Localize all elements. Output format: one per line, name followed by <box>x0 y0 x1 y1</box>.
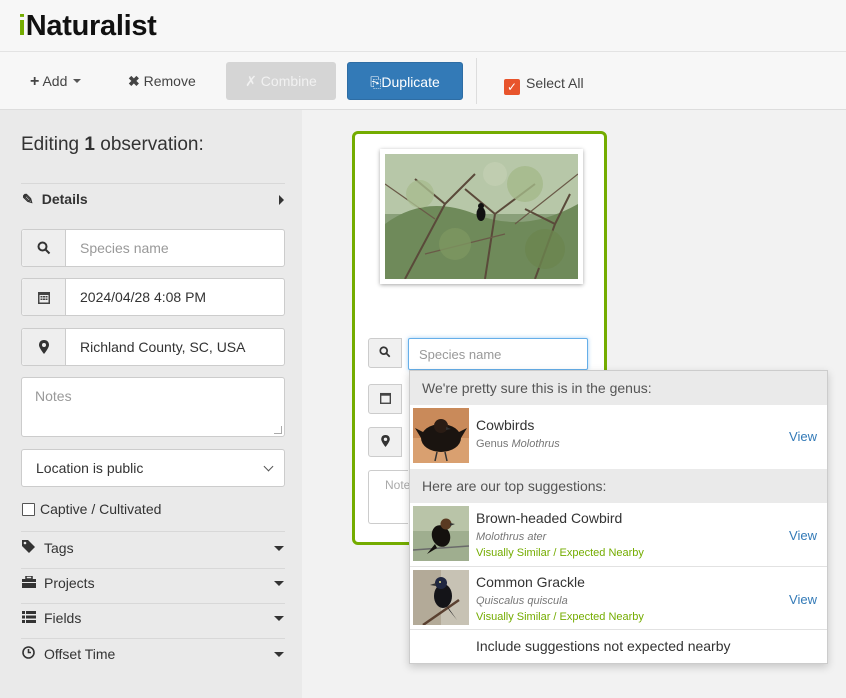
caret-down-icon <box>274 652 284 657</box>
editing-heading: Editing 1 observation: <box>21 134 204 155</box>
inaturalist-logo[interactable]: iNaturalist <box>18 10 157 43</box>
app-header: iNaturalist <box>0 0 846 52</box>
clock-icon <box>22 646 44 662</box>
add-button[interactable]: + Add <box>30 62 82 100</box>
suggestion-scientific-name: Quiscalus quiscula <box>476 595 568 607</box>
plus-icon: + <box>30 73 40 90</box>
details-toggle[interactable]: ✎ Details <box>22 191 284 208</box>
divider <box>21 183 285 184</box>
combine-icon: ✗ <box>245 73 257 89</box>
species-field[interactable]: Species name <box>21 229 285 267</box>
notes-textarea[interactable]: Notes <box>21 377 285 437</box>
suggestion-genus-cowbirds[interactable]: Cowbirds Genus Molothrus View <box>410 405 827 467</box>
combine-button[interactable]: ✗ Combine <box>226 62 336 100</box>
caret-down-icon <box>274 546 284 551</box>
caret-down-icon <box>73 79 82 83</box>
top-suggestions-header: Here are our top suggestions: <box>410 469 827 503</box>
card-species-input[interactable] <box>408 338 588 370</box>
view-link[interactable]: View <box>789 429 817 444</box>
divider <box>21 638 285 639</box>
divider <box>21 568 285 569</box>
divider <box>21 603 285 604</box>
x-icon: ✖ <box>128 73 140 89</box>
captive-checkbox[interactable]: Captive / Cultivated <box>22 501 161 517</box>
include-not-nearby-link[interactable]: Include suggestions not expected nearby <box>410 629 827 663</box>
genus-header: We're pretty sure this is in the genus: <box>410 371 827 405</box>
search-icon <box>368 338 402 368</box>
suggestion-reason: Visually Similar / Expected Nearby <box>476 547 644 559</box>
map-marker-icon <box>22 329 66 365</box>
location-privacy-select[interactable]: Location is public <box>21 449 285 487</box>
bird-in-tree-image <box>385 154 578 279</box>
species-suggestions-dropdown: We're pretty sure this is in the genus: … <box>409 370 828 664</box>
toolbar-divider <box>476 58 477 104</box>
divider <box>21 531 285 532</box>
map-marker-icon <box>368 427 402 457</box>
calendar-icon <box>368 384 402 414</box>
calendar-icon <box>22 279 66 315</box>
duplicate-button[interactable]: ⎘Duplicate <box>347 62 463 100</box>
location-field[interactable]: Richland County, SC, USA <box>21 328 285 366</box>
projects-section-toggle[interactable]: Projects <box>22 575 286 595</box>
tag-icon <box>22 540 44 556</box>
common-grackle-thumbnail <box>413 570 469 625</box>
duplicate-icon: ⎘ <box>370 74 382 90</box>
briefcase-icon <box>22 575 44 591</box>
suggestion-reason: Visually Similar / Expected Nearby <box>476 611 644 623</box>
view-link[interactable]: View <box>789 528 817 543</box>
card-notes-textarea[interactable]: Notes <box>368 470 416 524</box>
tags-section-toggle[interactable]: Tags <box>22 540 286 560</box>
suggestion-common-grackle[interactable]: Common Grackle Quiscalus quiscula Visual… <box>410 567 827 629</box>
caret-down-icon <box>274 616 284 621</box>
observation-photo[interactable] <box>380 149 583 284</box>
chevron-down-icon <box>263 461 274 472</box>
remove-button[interactable]: ✖ Remove <box>128 62 196 100</box>
brown-headed-cowbird-thumbnail <box>413 506 469 561</box>
cowbird-thumbnail <box>413 408 469 463</box>
suggestion-scientific-name: Molothrus ater <box>476 531 547 543</box>
select-all-checkbox[interactable]: ✓ Select All <box>504 64 584 102</box>
card-species-text[interactable] <box>409 339 587 369</box>
toolbar: + Add ✖ Remove ✗ Combine ⎘Duplicate ✓ Sel… <box>0 52 846 110</box>
caret-down-icon <box>274 581 284 586</box>
suggestion-name: Common Grackle <box>476 574 585 590</box>
batch-edit-sidebar: Editing 1 observation: ✎ Details Species … <box>0 110 302 698</box>
suggestion-brown-headed-cowbird[interactable]: Brown-headed Cowbird Molothrus ater Visu… <box>410 503 827 565</box>
pencil-icon: ✎ <box>22 191 34 207</box>
date-field[interactable]: 2024/04/28 4:08 PM <box>21 278 285 316</box>
caret-right-icon <box>279 195 284 205</box>
offset-time-section-toggle[interactable]: Offset Time <box>22 646 286 666</box>
suggestion-name: Brown-headed Cowbird <box>476 510 623 526</box>
fields-section-toggle[interactable]: Fields <box>22 610 286 630</box>
resize-handle[interactable] <box>274 426 282 434</box>
view-link[interactable]: View <box>789 592 817 607</box>
check-icon: ✓ <box>504 79 520 95</box>
list-icon <box>22 610 44 626</box>
search-icon <box>22 230 66 266</box>
checkbox-icon <box>22 503 35 516</box>
suggestion-name: Cowbirds <box>476 417 535 433</box>
suggestion-rank: Genus Molothrus <box>476 438 560 450</box>
